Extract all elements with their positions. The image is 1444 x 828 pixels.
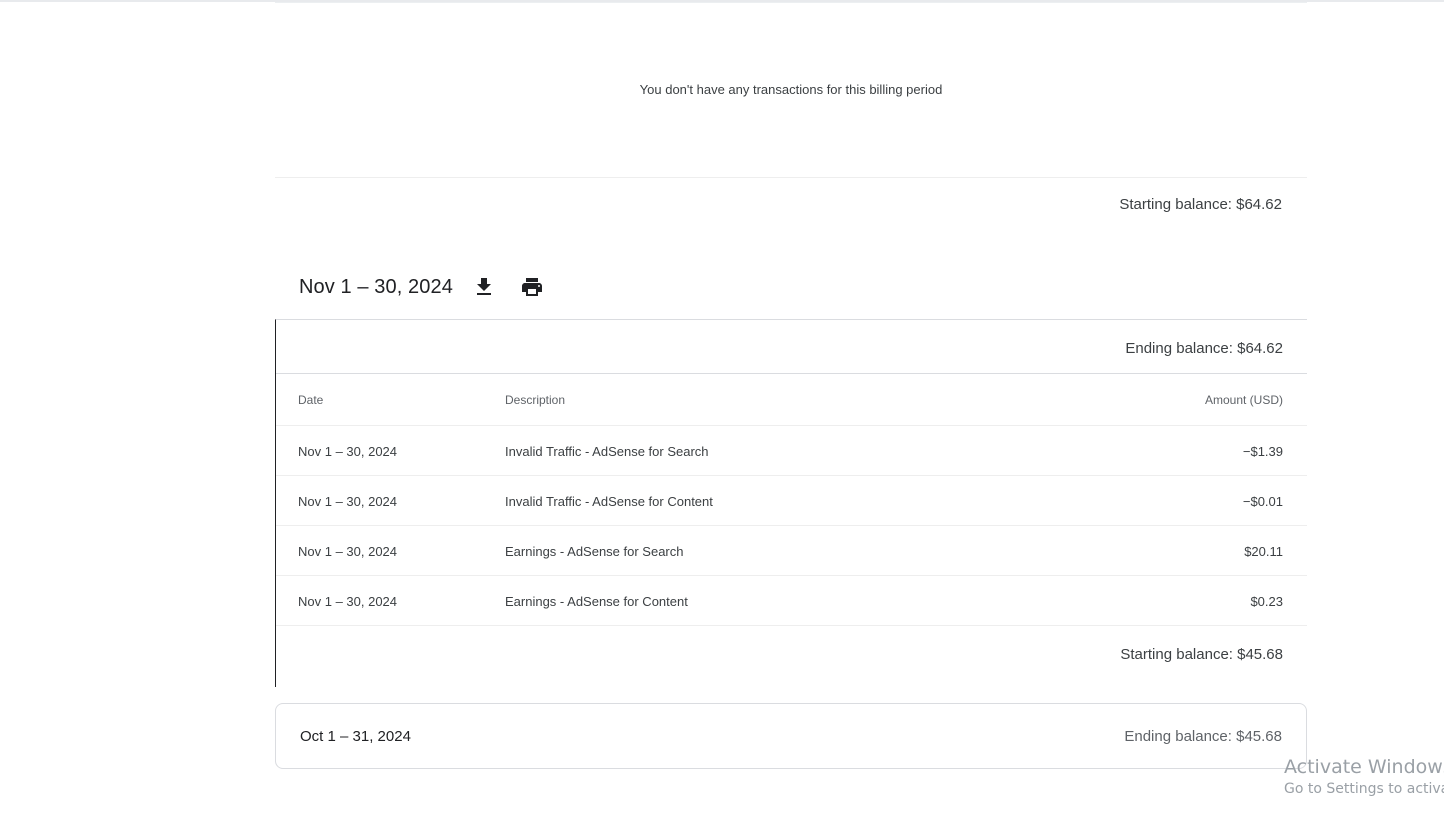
- row-amount: $20.11: [1244, 544, 1283, 559]
- download-icon: [477, 278, 491, 295]
- table-row: Nov 1 – 30, 2024 Earnings - AdSense for …: [276, 576, 1307, 626]
- ending-balance: Ending balance: $64.62: [1125, 340, 1283, 357]
- ending-balance-row: Ending balance: $64.62: [276, 320, 1307, 374]
- column-header-amount: Amount (USD): [1204, 393, 1283, 407]
- download-button[interactable]: [472, 275, 496, 299]
- watermark-line1: Activate Windows: [1284, 756, 1444, 778]
- column-header-date: Date: [298, 393, 324, 407]
- period-title: Nov 1 – 30, 2024: [299, 275, 453, 298]
- empty-transactions-message: You don't have any transactions for this…: [639, 82, 943, 97]
- collapsed-period-ending-balance: Ending balance: $45.68: [1124, 728, 1282, 745]
- row-date: Nov 1 – 30, 2024: [298, 444, 398, 459]
- activation-watermark: Activate Windows Go to Settings to activ…: [1284, 756, 1444, 797]
- top-rule-inner: [275, 2, 1307, 3]
- starting-balance-current: Starting balance: $45.68: [1120, 646, 1283, 663]
- row-description: Earnings - AdSense for Search: [505, 544, 684, 559]
- table-row: Nov 1 – 30, 2024 Invalid Traffic - AdSen…: [276, 476, 1307, 526]
- watermark-line2: Go to Settings to activat: [1284, 781, 1444, 797]
- row-description: Earnings - AdSense for Content: [505, 594, 688, 609]
- row-description: Invalid Traffic - AdSense for Search: [505, 444, 709, 459]
- starting-balance-row: Starting balance: $45.68: [276, 626, 1307, 688]
- row-date: Nov 1 – 30, 2024: [298, 544, 398, 559]
- collapsed-period-card[interactable]: Oct 1 – 31, 2024 Ending balance: $45.68: [275, 703, 1307, 769]
- print-button[interactable]: [520, 275, 544, 299]
- table-row: Nov 1 – 30, 2024 Earnings - AdSense for …: [276, 526, 1307, 576]
- collapsed-period-title: Oct 1 – 31, 2024: [300, 728, 411, 745]
- row-date: Nov 1 – 30, 2024: [298, 494, 398, 509]
- period-header: Nov 1 – 30, 2024: [299, 274, 453, 300]
- column-header-description: Description: [505, 393, 566, 407]
- section-divider: [275, 177, 1307, 178]
- row-amount: $0.23: [1250, 594, 1283, 609]
- table-row: Nov 1 – 30, 2024 Invalid Traffic - AdSen…: [276, 426, 1307, 476]
- starting-balance-previous: Starting balance: $64.62: [1119, 196, 1282, 213]
- table-header: Date Description Amount (USD): [276, 374, 1307, 426]
- row-date: Nov 1 – 30, 2024: [298, 594, 398, 609]
- print-icon: [522, 278, 542, 296]
- row-amount: −$0.01: [1242, 494, 1283, 509]
- transactions-panel: Ending balance: $64.62 Date Description …: [275, 319, 1307, 687]
- row-amount: −$1.39: [1242, 444, 1283, 459]
- row-description: Invalid Traffic - AdSense for Content: [505, 494, 713, 509]
